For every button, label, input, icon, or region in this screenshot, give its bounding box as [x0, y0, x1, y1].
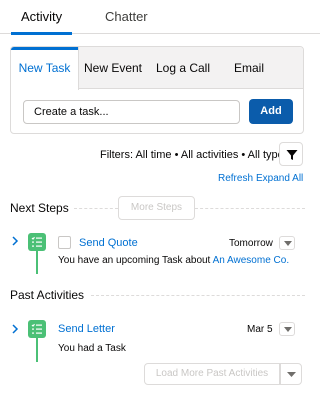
create-task-input[interactable]: Create a task... — [23, 100, 240, 124]
past-activity-date: Mar 5 — [247, 324, 273, 335]
account-link[interactable]: An Awesome Co. — [213, 255, 290, 266]
timeline-line — [36, 338, 38, 362]
past-activity-description: You had a Task — [58, 343, 126, 354]
task-checkbox[interactable] — [58, 236, 71, 249]
tab-email[interactable]: Email — [225, 47, 273, 89]
filter-icon — [286, 150, 298, 160]
tab-chatter[interactable]: Chatter — [105, 0, 148, 34]
activity-composer: New Task New Event Log a Call Email Crea… — [10, 46, 304, 134]
timeline-line — [36, 251, 38, 274]
filter-button[interactable] — [279, 142, 303, 166]
divider — [195, 208, 305, 209]
refresh-link[interactable]: Refresh — [218, 173, 253, 184]
next-steps-heading: Next Steps — [10, 201, 69, 215]
next-step-menu-button[interactable] — [279, 236, 295, 250]
chevron-right-icon[interactable] — [10, 236, 20, 246]
next-step-description: You have an upcoming Task about An Aweso… — [58, 255, 290, 266]
past-activities-heading: Past Activities — [10, 288, 85, 302]
add-button[interactable]: Add — [249, 99, 293, 124]
divider — [74, 208, 118, 209]
load-more-menu-button[interactable] — [280, 363, 302, 385]
task-icon — [28, 320, 46, 338]
filters-summary: Filters: All time • All activities • All… — [100, 149, 290, 161]
tab-log-a-call[interactable]: Log a Call — [151, 47, 215, 89]
composer-tabs: New Task New Event Log a Call Email — [11, 47, 303, 90]
next-step-title[interactable]: Send Quote — [79, 237, 138, 249]
tab-new-event[interactable]: New Event — [81, 47, 145, 89]
task-icon — [28, 233, 46, 251]
load-more-button[interactable]: Load More Past Activities — [144, 363, 280, 385]
chevron-down-icon — [284, 241, 292, 246]
tab-new-task[interactable]: New Task — [11, 47, 79, 90]
expand-all-link[interactable]: Expand All — [256, 173, 303, 184]
top-tab-bar: Activity Chatter — [0, 0, 320, 35]
next-step-date: Tomorrow — [229, 238, 273, 249]
past-activity-menu-button[interactable] — [279, 322, 295, 336]
chevron-down-icon — [287, 372, 296, 377]
chevron-down-icon — [284, 327, 292, 332]
chevron-right-icon[interactable] — [10, 324, 20, 334]
more-steps-button[interactable]: More Steps — [118, 196, 195, 220]
divider — [91, 295, 305, 296]
tab-activity[interactable]: Activity — [10, 0, 73, 35]
past-activity-title[interactable]: Send Letter — [58, 323, 115, 335]
